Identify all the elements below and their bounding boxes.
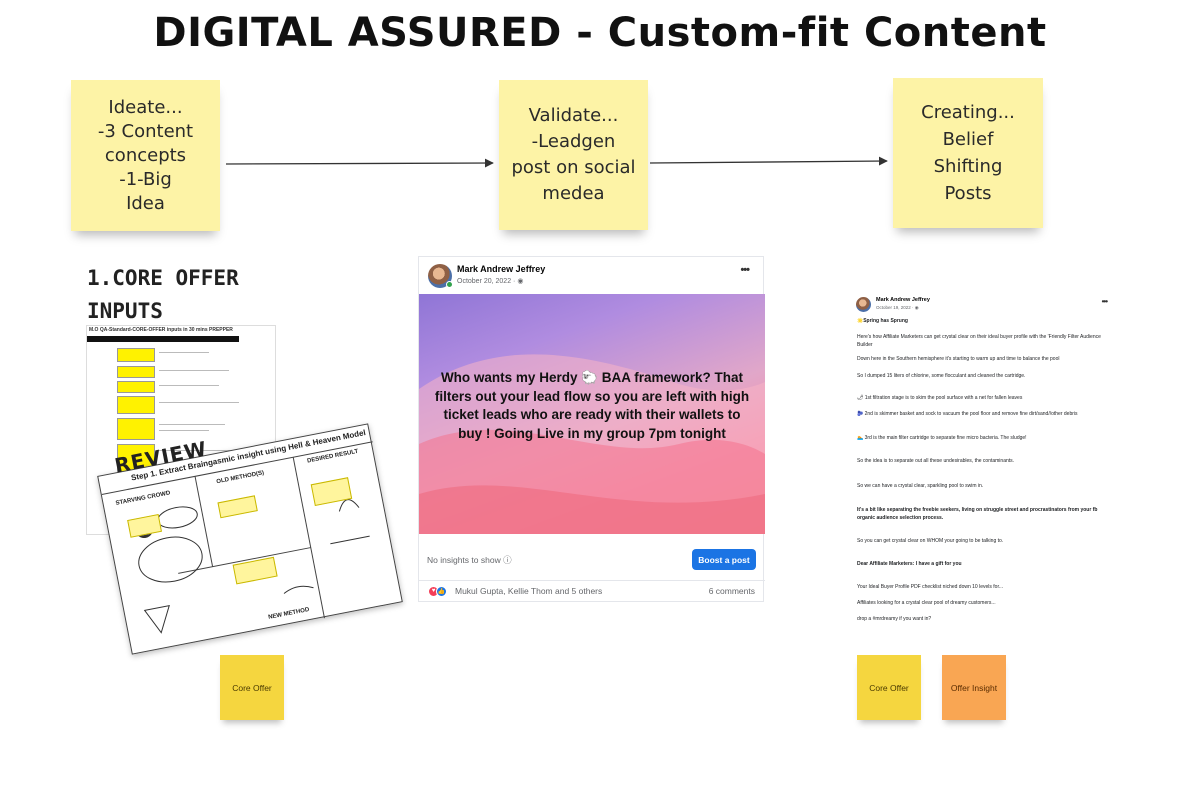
post-text-line: So I dumped 15 liters of chlorine, some …: [857, 373, 1026, 379]
sticky-ideate[interactable]: Ideate... -3 Content concepts -1-Big Ide…: [71, 80, 220, 231]
facebook-post-text[interactable]: Mark Andrew Jeffrey October 19, 2022 · ◉…: [849, 290, 1117, 628]
doc-highlight-cell: [117, 348, 155, 362]
post-date[interactable]: October 20, 2022 · ◉: [457, 277, 523, 285]
doc-highlight-cell: [117, 418, 155, 440]
sticky-creating[interactable]: Creating... Belief Shifting Posts: [893, 78, 1043, 228]
post-media-text: Who wants my Herdy 🐑 BAA framework? That…: [434, 370, 750, 441]
more-options-icon[interactable]: •••: [740, 264, 750, 276]
arrow-right-icon: [225, 158, 494, 168]
post-text-line: Dear Affiliate Marketers: I have a gift …: [857, 561, 962, 567]
post-text-line: So the idea is to separate out all these…: [857, 458, 1015, 464]
avatar[interactable]: [856, 297, 871, 312]
post-media[interactable]: Who wants my Herdy 🐑 BAA framework? That…: [419, 294, 765, 534]
tag-core-offer[interactable]: Core Offer: [220, 655, 284, 720]
post-author[interactable]: Mark Andrew Jeffrey: [457, 264, 545, 274]
insights-text: No insights to show ⓘ: [427, 555, 512, 565]
post-text-line: So we can have a crystal clear, sparklin…: [857, 483, 984, 489]
doc-highlight-cell: [117, 396, 155, 414]
boost-post-button[interactable]: Boost a post: [692, 549, 756, 570]
reaction-names[interactable]: Mukul Gupta, Kellie Thom and 5 others: [455, 586, 602, 596]
doc-step-bar: [87, 336, 239, 342]
post-text-line: Your Ideal Buyer Profile PDF checklist n…: [857, 584, 1004, 590]
post-author[interactable]: Mark Andrew Jeffrey: [876, 297, 930, 303]
doc-highlight-cell: [117, 381, 155, 393]
tag-offer-insight[interactable]: Offer Insight: [942, 655, 1006, 720]
doc-title: M.O QA-Standard-CORE-OFFER inputs in 30 …: [89, 327, 233, 333]
facebook-post-card[interactable]: Mark Andrew Jeffrey October 20, 2022 · ◉…: [418, 256, 765, 602]
arrow-right-icon: [649, 156, 888, 166]
core-offer-heading: 1.CORE OFFER INPUTS: [87, 266, 239, 323]
post-text-line: Down here in the Southern hemisphere it'…: [857, 356, 1060, 362]
post-text-line: 🫐 2nd is skimmer basket and sock to vacu…: [857, 411, 1078, 417]
sticky-validate[interactable]: Validate... -Leadgen post on social mede…: [499, 80, 648, 230]
tag-core-offer[interactable]: Core Offer: [857, 655, 921, 720]
reaction-icons[interactable]: ♥ 👍: [428, 585, 447, 597]
divider: [419, 580, 765, 581]
comments-count[interactable]: 6 comments: [709, 586, 755, 596]
doc-highlight-cell: [117, 366, 155, 378]
post-text-line: drop a #mrdreamy if you want in?: [857, 616, 932, 622]
post-text-line: Affiliates looking for a crystal clear p…: [857, 600, 996, 606]
like-reaction-icon: 👍: [436, 585, 447, 597]
post-text-line: 🌶 1st filtration stage is to skim the po…: [857, 395, 1023, 401]
online-indicator-icon: [446, 281, 453, 288]
post-text-line: Here's how Affiliate Marketers can get c…: [857, 334, 1101, 348]
post-text-line: It's a bit like separating the freebie s…: [857, 507, 1098, 521]
post-text-line: 🏊 3rd is the main filter cartridge to se…: [857, 435, 1027, 441]
more-options-icon[interactable]: •••: [1102, 297, 1108, 306]
post-text-line: So you can get crystal clear on WHOM you…: [857, 538, 1004, 544]
post-text-line: 🌟Spring has Sprung: [857, 318, 908, 324]
post-date[interactable]: October 19, 2022 · ◉: [876, 305, 919, 311]
